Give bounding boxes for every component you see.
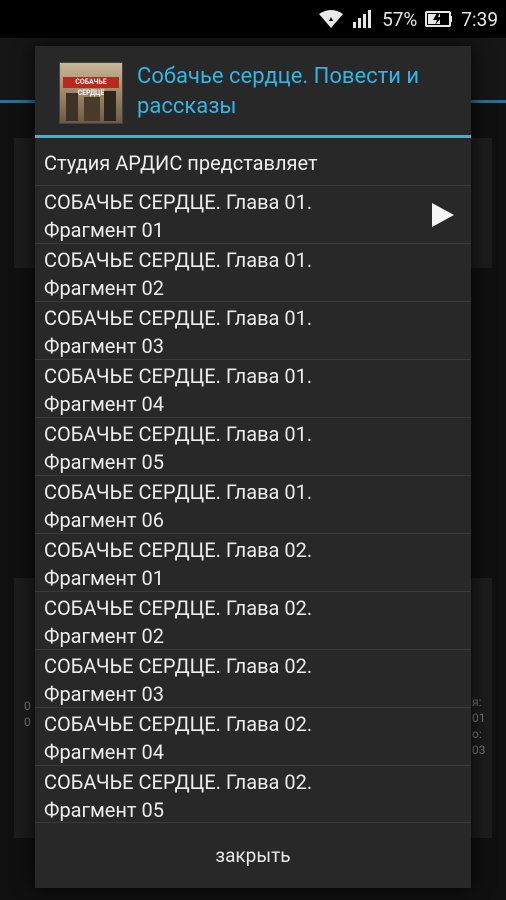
track-item[interactable]: Студия АРДИС представляет [35, 141, 471, 186]
close-button[interactable]: закрыть [185, 834, 320, 877]
track-item[interactable]: СОБАЧЬЕ СЕРДЦЕ. Глава 01. Фрагмент 03 [35, 302, 471, 360]
track-item[interactable]: СОБАЧЬЕ СЕРДЦЕ. Глава 01. Фрагмент 05 [35, 418, 471, 476]
battery-charging-icon [425, 10, 453, 28]
dialog-title: Собачье сердце. Повести и рассказы [137, 64, 420, 119]
track-label: СОБАЧЬЕ СЕРДЦЕ. Глава 02. Фрагмент 04 [44, 712, 313, 764]
cover-figure [66, 93, 78, 121]
track-label: СОБАЧЬЕ СЕРДЦЕ. Глава 01. Фрагмент 04 [44, 364, 313, 416]
book-cover-image: СОБАЧЬЕ СЕРДЦЕ [59, 62, 123, 124]
battery-percentage: 57% [382, 7, 418, 31]
track-label: СОБАЧЬЕ СЕРДЦЕ. Глава 02. Фрагмент 05 [44, 770, 313, 822]
track-label: СОБАЧЬЕ СЕРДЦЕ. Глава 02. Фрагмент 03 [44, 654, 313, 706]
track-item[interactable]: СОБАЧЬЕ СЕРДЦЕ. Глава 02. Фрагмент 03 [35, 650, 471, 708]
wifi-icon [318, 9, 344, 29]
signal-icon [352, 9, 374, 29]
status-bar: 57% 7:39 [0, 0, 506, 38]
track-label: Студия АРДИС представляет [44, 151, 318, 175]
track-item[interactable]: СОБАЧЬЕ СЕРДЦЕ. Глава 01. Фрагмент 04 [35, 360, 471, 418]
cover-title: СОБАЧЬЕ СЕРДЦЕ [75, 78, 107, 97]
track-label: СОБАЧЬЕ СЕРДЦЕ. Глава 01. Фрагмент 06 [44, 480, 313, 532]
track-label: СОБАЧЬЕ СЕРДЦЕ. Глава 01. Фрагмент 03 [44, 306, 313, 358]
background-text: я: 01 о: 03 [472, 695, 486, 757]
dialog-header: СОБАЧЬЕ СЕРДЦЕ Собачье сердце. Повести и… [35, 46, 471, 138]
track-item[interactable]: СОБАЧЬЕ СЕРДЦЕ. Глава 02. Фрагмент 01 [35, 534, 471, 592]
track-item[interactable]: СОБАЧЬЕ СЕРДЦЕ. Глава 02. Фрагмент 05 [35, 766, 471, 823]
track-list[interactable]: Студия АРДИС представляет СОБАЧЬЕ СЕРДЦЕ… [35, 141, 471, 823]
track-label: СОБАЧЬЕ СЕРДЦЕ. Глава 01. Фрагмент 05 [44, 422, 313, 474]
track-label: СОБАЧЬЕ СЕРДЦЕ. Глава 02. Фрагмент 01 [44, 538, 313, 590]
track-label: СОБАЧЬЕ СЕРДЦЕ. Глава 02. Фрагмент 02 [44, 596, 313, 648]
dialog-footer: закрыть [35, 822, 471, 888]
cover-figure [104, 91, 116, 121]
track-label: СОБАЧЬЕ СЕРДЦЕ. Глава 01. Фрагмент 02 [44, 248, 313, 300]
playlist-dialog: СОБАЧЬЕ СЕРДЦЕ Собачье сердце. Повести и… [35, 46, 471, 888]
track-item[interactable]: СОБАЧЬЕ СЕРДЦЕ. Глава 02. Фрагмент 02 [35, 592, 471, 650]
track-item[interactable]: СОБАЧЬЕ СЕРДЦЕ. Глава 01. Фрагмент 02 [35, 244, 471, 302]
clock: 7:39 [461, 7, 498, 31]
track-item[interactable]: СОБАЧЬЕ СЕРДЦЕ. Глава 02. Фрагмент 04 [35, 708, 471, 766]
track-item[interactable]: СОБАЧЬЕ СЕРДЦЕ. Глава 01. Фрагмент 06 [35, 476, 471, 534]
track-label: СОБАЧЬЕ СЕРДЦЕ. Глава 01. Фрагмент 01 [44, 190, 313, 242]
background-text: 0 0 [24, 699, 31, 729]
track-item-playing[interactable]: СОБАЧЬЕ СЕРДЦЕ. Глава 01. Фрагмент 01 [35, 186, 471, 244]
cover-figure [84, 97, 100, 121]
play-icon[interactable] [431, 202, 455, 235]
